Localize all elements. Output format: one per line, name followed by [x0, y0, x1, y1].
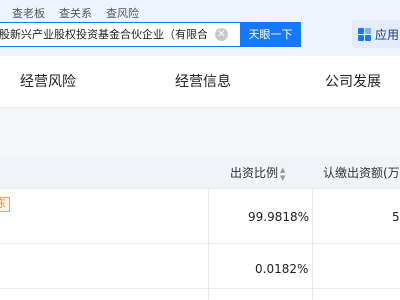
sort-icon[interactable]: ▲ ▼ [280, 166, 285, 182]
main-nav: 经营风险 经营信息 公司发展 [0, 56, 400, 108]
shareholder-tag: 东 [0, 197, 10, 212]
nav-item-company-development[interactable]: 公司发展 [325, 72, 381, 92]
search-input[interactable]: 股新兴产业股权投资基金合伙企业（有限合伙） [0, 23, 207, 46]
table-row: 0.0182% [0, 244, 400, 289]
ratio-cell: 0.0182% [255, 262, 309, 276]
amount-cell: 54 [392, 210, 400, 224]
ratio-cell: 99.9818% [248, 210, 310, 224]
column-header-ratio-label: 出资比例 [230, 166, 279, 180]
column-header-ratio[interactable]: 出资比例 ▲ ▼ [230, 157, 285, 189]
table-row: 东 99.9818% 54 [0, 189, 400, 244]
clear-icon[interactable]: ✕ [215, 28, 228, 41]
apps-grid-icon [358, 27, 371, 41]
subtab-risk[interactable]: 查风险 [106, 6, 139, 22]
search-button[interactable]: 天眼一下 [240, 22, 301, 47]
apps-button[interactable]: 应用 [352, 20, 400, 48]
search-subtabs: 查老板 查关系 查风险 [12, 6, 139, 22]
table-header: 出资比例 ▲ ▼ 认缴出资额(万 [0, 157, 400, 189]
section-gap [0, 109, 400, 157]
shareholder-table: 出资比例▲▼ 认缴出资额(万 东 99.9818% 54 0.0182% [0, 157, 400, 300]
column-header-amount: 认缴出资额(万 [323, 166, 400, 180]
subtab-relation[interactable]: 查关系 [59, 6, 92, 22]
subtab-boss[interactable]: 查老板 [12, 6, 45, 22]
top-header: 查老板 查关系 查风险 股新兴产业股权投资基金合伙企业（有限合伙） ✕ 天眼一下… [0, 0, 400, 56]
column-divider [208, 189, 209, 300]
column-divider [312, 189, 313, 300]
search-box[interactable]: 股新兴产业股权投资基金合伙企业（有限合伙） ✕ [0, 22, 240, 47]
nav-item-business-risk[interactable]: 经营风险 [20, 72, 76, 92]
apps-label: 应用 [375, 27, 400, 42]
nav-item-business-info[interactable]: 经营信息 [175, 72, 231, 92]
